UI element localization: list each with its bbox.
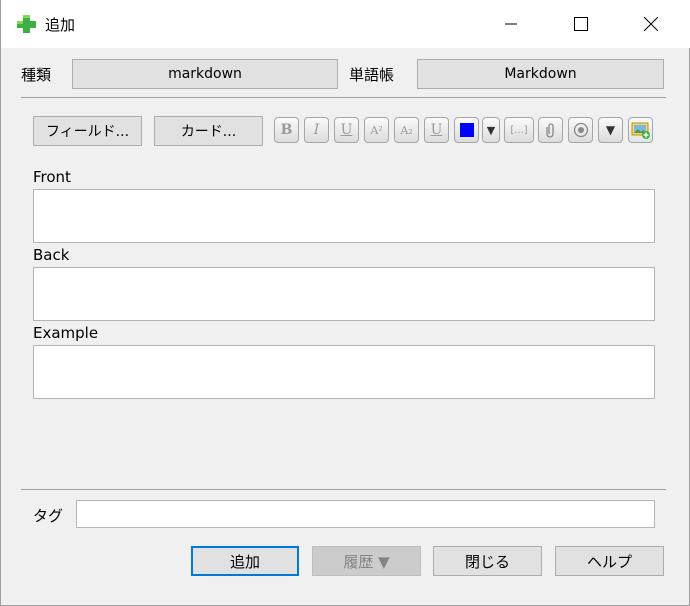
superscript-icon: A²: [370, 123, 383, 137]
underline-button[interactable]: U: [334, 117, 359, 143]
color-dropdown-button[interactable]: ▼: [482, 117, 500, 143]
color-swatch-icon: [459, 123, 474, 137]
close-button[interactable]: 閉じる: [433, 546, 542, 576]
history-button[interactable]: 履歴 ▼: [312, 546, 421, 576]
title-bar: 追加: [1, 0, 690, 48]
note-type-label: 種類: [21, 66, 52, 84]
paperclip-icon: [545, 123, 554, 138]
field-editor-example[interactable]: [33, 345, 655, 399]
maximize-button[interactable]: [546, 0, 616, 48]
more-dropdown-button[interactable]: ▼: [598, 117, 623, 143]
divider: [21, 97, 666, 98]
fields-button[interactable]: フィールド...: [33, 116, 142, 146]
help-button[interactable]: ヘルプ: [555, 546, 664, 576]
cards-button[interactable]: カード...: [154, 116, 263, 146]
chevron-down-icon: ▼: [605, 123, 616, 137]
minimize-icon: [505, 23, 517, 25]
note-type-button[interactable]: markdown: [72, 59, 338, 89]
close-icon: [644, 17, 658, 31]
window-title: 追加: [45, 16, 76, 34]
record-icon: [573, 122, 588, 138]
close-window-button[interactable]: [616, 0, 686, 48]
image-add-icon: [631, 122, 650, 139]
cloze-button[interactable]: [...]: [504, 117, 534, 143]
field-label-example: Example: [33, 324, 99, 342]
subscript-button[interactable]: A₂: [394, 117, 419, 143]
clear-format-button[interactable]: U: [424, 117, 449, 143]
image-add-button[interactable]: [628, 117, 653, 143]
add-note-window: 追加 種類 markdown 単語帳 Markdown フィールド... カード…: [0, 0, 690, 606]
tags-label: タグ: [33, 507, 64, 525]
text-color-button[interactable]: [454, 117, 479, 143]
bold-button[interactable]: B: [274, 117, 299, 143]
green-plus-icon: [17, 15, 36, 33]
divider: [21, 489, 666, 490]
maximize-icon: [574, 17, 588, 31]
italic-button[interactable]: I: [304, 117, 329, 143]
field-editor-back[interactable]: [33, 267, 655, 321]
clear-format-icon: U: [430, 122, 443, 138]
deck-label: 単語帳: [349, 66, 395, 84]
record-button[interactable]: [568, 117, 593, 143]
minimize-button[interactable]: [476, 0, 546, 48]
tags-input[interactable]: [76, 500, 655, 528]
cloze-icon: [...]: [510, 124, 528, 136]
chevron-down-icon: ▼: [486, 123, 496, 137]
field-label-front: Front: [33, 168, 71, 186]
superscript-button[interactable]: A²: [364, 117, 389, 143]
field-editor-front[interactable]: [33, 189, 655, 243]
subscript-icon: A₂: [400, 123, 413, 137]
add-button[interactable]: 追加: [191, 546, 299, 576]
italic-icon: I: [313, 122, 320, 138]
deck-button[interactable]: Markdown: [417, 59, 664, 89]
attach-button[interactable]: [538, 117, 563, 143]
field-label-back: Back: [33, 246, 70, 264]
underline-icon: U: [340, 122, 353, 138]
bold-icon: B: [280, 122, 293, 138]
